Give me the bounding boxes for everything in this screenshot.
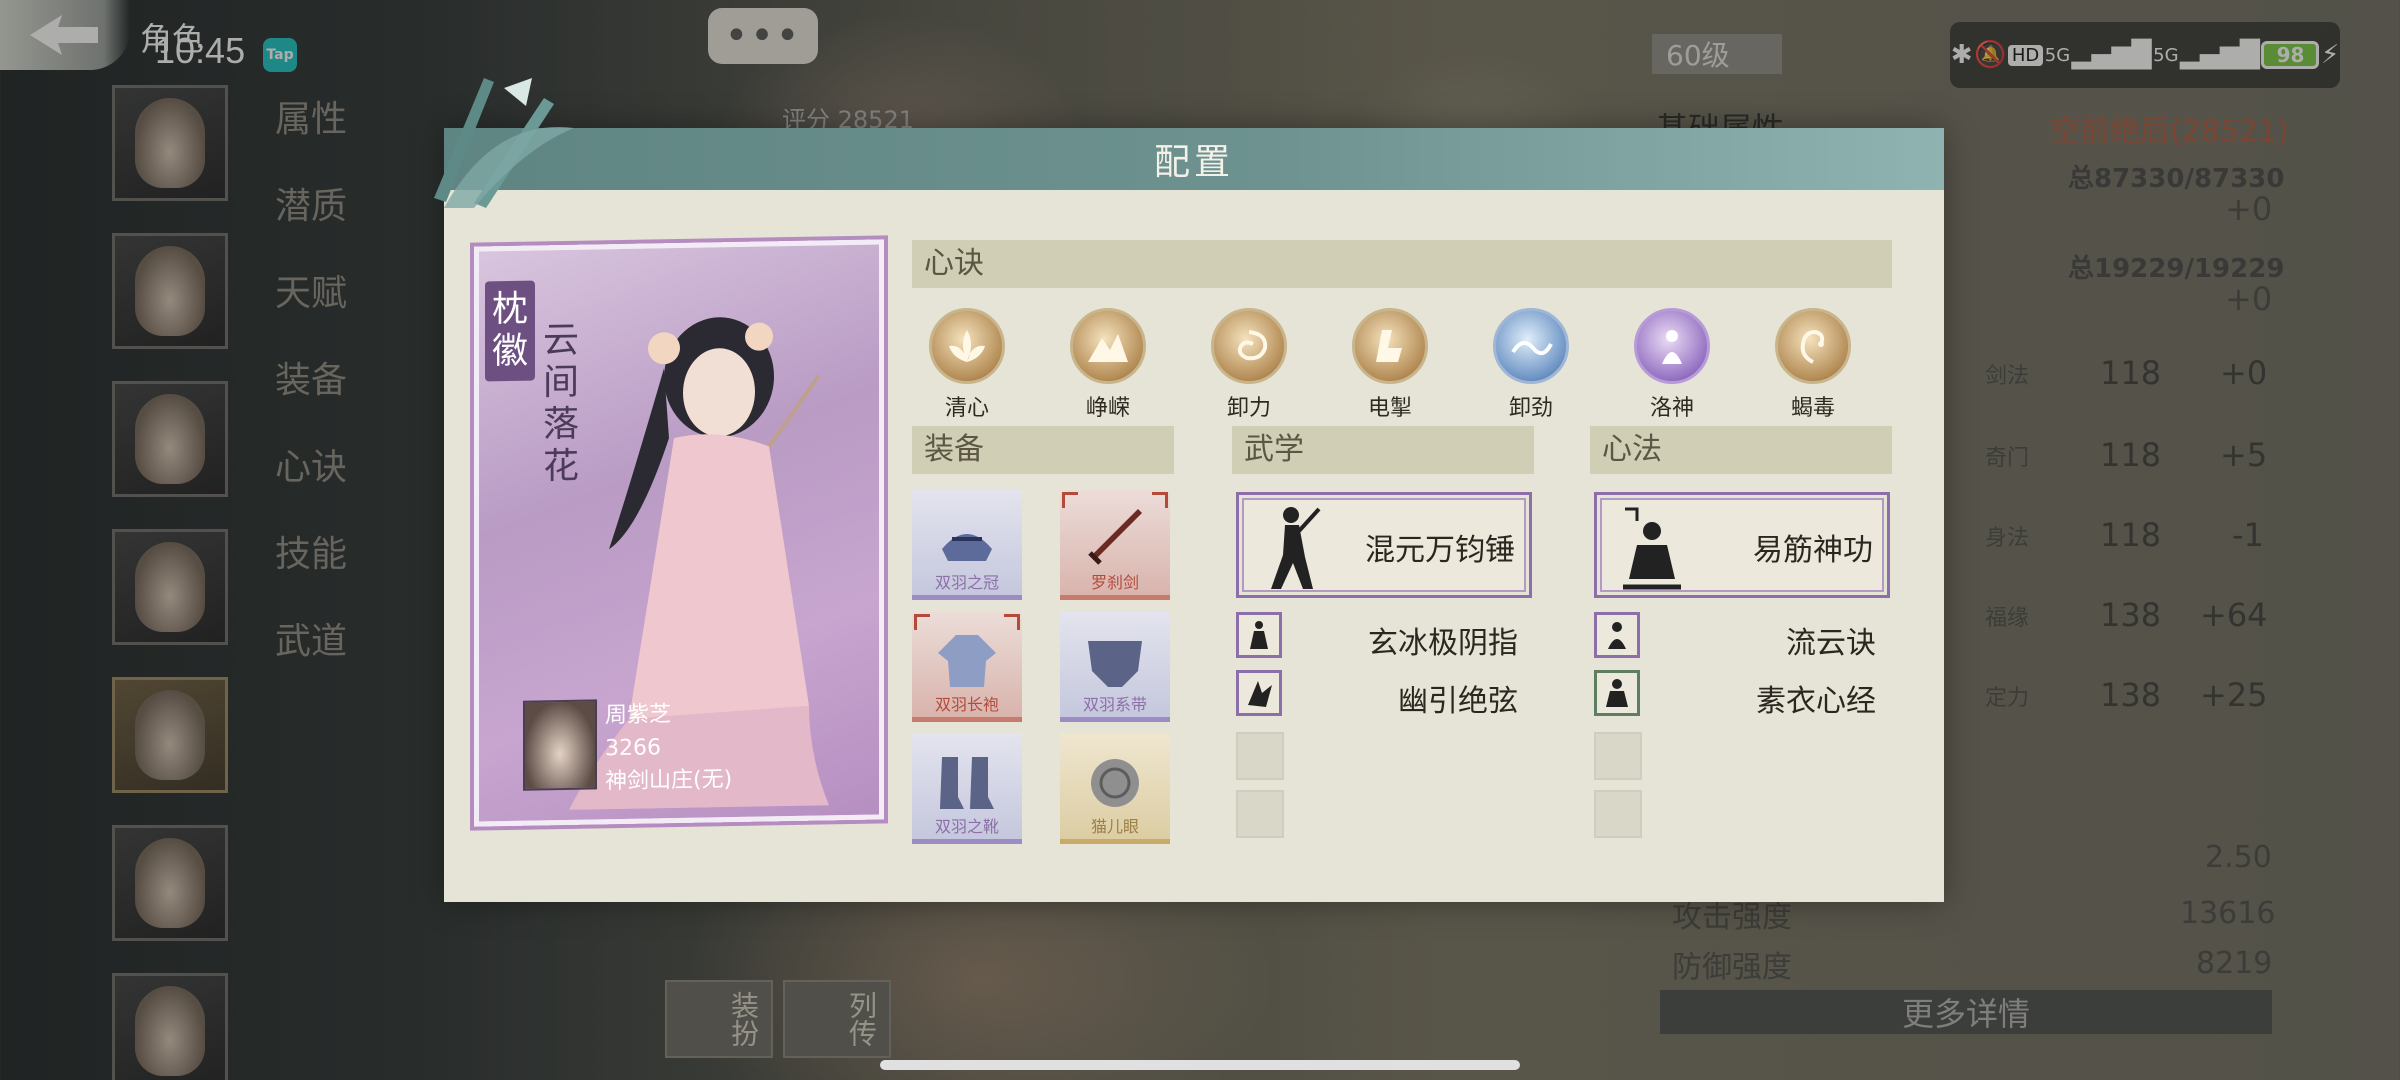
equip-name: 双羽系带: [1082, 695, 1147, 714]
equip-name: 双羽之靴: [934, 817, 999, 836]
xinfa-sub-skill[interactable]: 流云诀: [1594, 612, 1890, 661]
character-card[interactable]: 枕徽 云间落花 周紫芝 3266 神剑山庄(无): [474, 239, 884, 827]
equip-name: 双羽之冠: [934, 573, 999, 592]
xinjue-slot-xieli[interactable]: 卸力: [1204, 308, 1294, 422]
wuxue-sub-skill[interactable]: 玄冰极阴指: [1236, 612, 1532, 661]
xinjue-label: 卸力: [1226, 396, 1271, 421]
xinjue-label: 电掣: [1367, 396, 1412, 421]
empty-wuxue-slot[interactable]: [1236, 732, 1284, 780]
xinjue-slot-xiejin[interactable]: 卸劲: [1486, 308, 1576, 422]
wuxue-section-header: 武学: [1232, 426, 1534, 474]
equip-slot-boots[interactable]: 双羽之靴: [912, 734, 1022, 844]
xinfa-sub-name: 流云诀: [1786, 626, 1876, 661]
home-indicator[interactable]: [880, 1060, 1520, 1070]
equip-slot-robe[interactable]: 双羽长袍: [912, 612, 1022, 722]
wuxue-sub-name: 幽引绝弦: [1398, 684, 1518, 719]
wuxue-main-name: 混元万钧锤: [1365, 533, 1515, 568]
card-title: 枕徽: [485, 280, 535, 382]
xinfa-main-skill[interactable]: 易筋神功: [1594, 492, 1890, 598]
wuxue-sub-skill[interactable]: 幽引绝弦: [1236, 670, 1532, 719]
cloud-monk-icon: [1594, 612, 1640, 658]
owner-avatar: [523, 699, 597, 791]
xinfa-sub-skill[interactable]: 素衣心经: [1594, 670, 1890, 719]
empty-xinfa-slot[interactable]: [1594, 732, 1642, 780]
xinjue-label: 洛神: [1649, 396, 1694, 421]
xinjue-label: 峥嵘: [1085, 396, 1130, 421]
xinjue-slot-dianche[interactable]: 电掣: [1345, 308, 1435, 422]
equip-name: 双羽长袍: [934, 695, 999, 714]
empty-xinfa-slot[interactable]: [1594, 790, 1642, 838]
robed-figure-icon: [1594, 670, 1640, 716]
xinfa-sub-name: 素衣心经: [1756, 684, 1876, 719]
xinjue-slot-qingxin[interactable]: 清心: [922, 308, 1012, 422]
boots-icon: [940, 757, 994, 809]
wave-icon: [1493, 308, 1569, 384]
equip-slot-crown[interactable]: 双羽之冠: [912, 490, 1022, 600]
xinjue-slot-zhengrong[interactable]: 峥嵘: [1063, 308, 1153, 422]
goddess-icon: [1634, 308, 1710, 384]
string-attack-icon: [1236, 670, 1282, 716]
wuxue-main-skill[interactable]: 混元万钧锤: [1236, 492, 1532, 598]
owner-info: 周紫芝 3266 神剑山庄(无): [523, 697, 732, 800]
equip-slot-belt[interactable]: 双羽系带: [1060, 612, 1170, 722]
xinjue-slot-xiedu[interactable]: 蝎毒: [1768, 308, 1858, 422]
dialog-header: 配置: [444, 128, 1944, 190]
scorpion-icon: [1775, 308, 1851, 384]
belt-icon: [1088, 641, 1142, 687]
owner-sect: 神剑山庄(无): [605, 767, 733, 795]
xinjue-label: 卸劲: [1508, 396, 1553, 421]
lightning-icon: [1352, 308, 1428, 384]
equip-name: 罗刹剑: [1090, 573, 1139, 592]
warrior-hammer-icon: [1271, 507, 1321, 589]
mountain-icon: [1070, 308, 1146, 384]
owner-name: 周紫芝: [605, 702, 672, 729]
config-dialog: 配置 枕徽 云间落花 周紫芝 3266 神剑山庄(无) 心诀 清心 峥嵘 卸力 …: [434, 78, 1944, 902]
lotus-icon: [929, 308, 1005, 384]
xinfa-section-header: 心法: [1590, 426, 1892, 474]
sword-icon: [1088, 509, 1142, 565]
xinjue-label: 蝎毒: [1790, 396, 1835, 421]
equip-slot-sword[interactable]: 罗刹剑: [1060, 490, 1170, 600]
wuxue-sub-name: 玄冰极阴指: [1368, 626, 1518, 661]
dialog-title: 配置: [1153, 142, 1234, 183]
meditating-monk-icon: [1623, 507, 1681, 590]
equipment-section-header: 装备: [912, 426, 1174, 474]
gem-icon: [1091, 759, 1139, 807]
sword-decoration-icon: [434, 78, 574, 208]
xinjue-slot-luoshen[interactable]: 洛神: [1627, 308, 1717, 422]
xinjue-label: 清心: [944, 396, 989, 421]
owner-power: 3266: [605, 735, 661, 762]
robe-icon: [938, 635, 996, 687]
card-subtitle: 云间落花: [542, 319, 579, 488]
xinfa-main-name: 易筋神功: [1753, 533, 1873, 568]
equip-name: 猫儿眼: [1090, 817, 1139, 836]
equip-slot-gem[interactable]: 猫儿眼: [1060, 734, 1170, 844]
finger-strike-icon: [1236, 612, 1282, 658]
empty-wuxue-slot[interactable]: [1236, 790, 1284, 838]
swirl-icon: [1211, 308, 1287, 384]
xinjue-section-header: 心诀: [912, 240, 1892, 288]
crown-icon: [942, 534, 992, 561]
